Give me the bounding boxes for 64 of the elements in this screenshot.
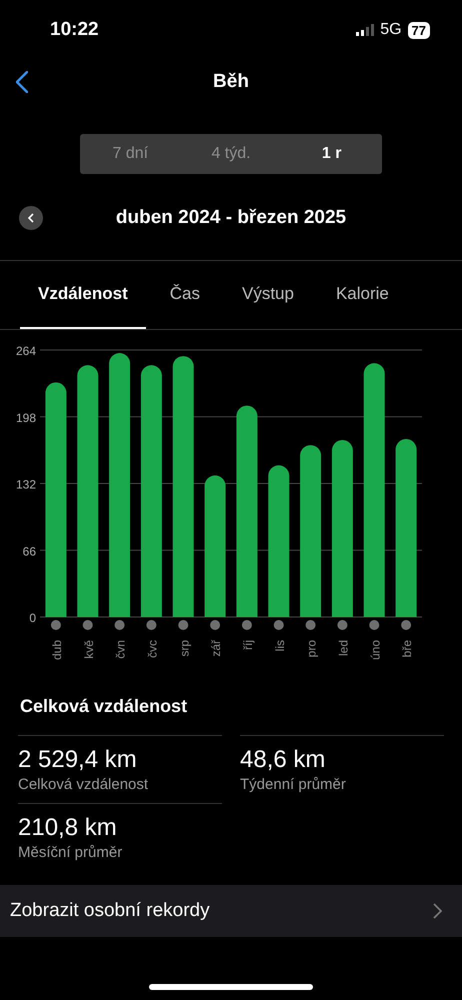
bar[interactable] [109, 353, 130, 617]
axis-label: čvn [114, 640, 128, 659]
month-dot [274, 620, 284, 630]
metric-tab[interactable]: Kalorie [318, 261, 407, 329]
axis-label: 198 [16, 410, 36, 425]
bar[interactable] [300, 445, 322, 617]
period-label: duben 2024 - březen 2025 [116, 207, 346, 229]
metric-tab[interactable]: Výstup [224, 261, 312, 329]
month-dot [369, 620, 380, 630]
month-dot [178, 620, 188, 630]
bar[interactable] [364, 363, 385, 617]
stat-label: Týdenní průměr [240, 776, 346, 793]
bar[interactable] [77, 365, 98, 617]
axis-label: pro [304, 640, 319, 658]
axis-label: zář [209, 640, 224, 657]
month-dot [242, 620, 252, 630]
previous-button[interactable] [19, 206, 43, 230]
bar[interactable] [332, 440, 353, 617]
stat-label: Celková vzdálenost [18, 776, 148, 793]
month-dot [114, 620, 125, 630]
bar[interactable] [268, 465, 290, 617]
axis-label: říj [240, 640, 255, 650]
month-dot [50, 620, 61, 630]
bar[interactable] [172, 356, 194, 617]
chevron-right-icon [433, 903, 442, 919]
axis-label: srp [177, 640, 192, 657]
month-dot [401, 620, 412, 630]
metric-tab[interactable]: Vzdálenost [20, 261, 146, 329]
axis-label: 264 [16, 344, 36, 358]
axis-label: led [336, 640, 350, 656]
month-dot [82, 620, 93, 630]
month-dot [210, 620, 220, 630]
bar[interactable] [204, 475, 226, 617]
bar[interactable] [45, 382, 66, 617]
axis-label: lis [272, 640, 287, 652]
status-time: 10:22 [50, 19, 99, 41]
signal-icon [356, 24, 374, 36]
axis-label: 66 [22, 544, 36, 558]
axis-label: úno [368, 640, 382, 660]
network-label: 5G [380, 21, 402, 39]
axis-label: 0 [29, 611, 36, 625]
battery-indicator: 77 [408, 22, 430, 38]
stat-value: 48,6 km [240, 746, 326, 774]
bar[interactable] [140, 365, 162, 617]
metric-tab[interactable]: Čas [152, 261, 218, 329]
chevron-left-icon [28, 213, 34, 223]
range-tab[interactable]: 1 r [281, 134, 382, 174]
stat-value: 2 529,4 km [18, 746, 137, 774]
records-link[interactable]: Zobrazit osobní rekordy [0, 885, 462, 937]
month-dot [306, 620, 316, 630]
month-dot [337, 620, 348, 630]
axis-label: kvě [82, 640, 96, 659]
back-icon[interactable] [16, 71, 28, 93]
section-title: Celková vzdálenost [19, 695, 188, 718]
axis-label: čvc [145, 640, 160, 658]
stat-label: Měsíční průměr [18, 844, 122, 861]
axis-label: bře [400, 640, 414, 658]
bar[interactable] [396, 439, 417, 617]
page-title: Běh [213, 71, 249, 93]
stat-value: 210,8 km [18, 814, 117, 842]
month-dot [146, 620, 156, 630]
bar[interactable] [236, 406, 258, 617]
axis-label: dub [50, 640, 64, 660]
axis-label: 132 [16, 478, 36, 492]
